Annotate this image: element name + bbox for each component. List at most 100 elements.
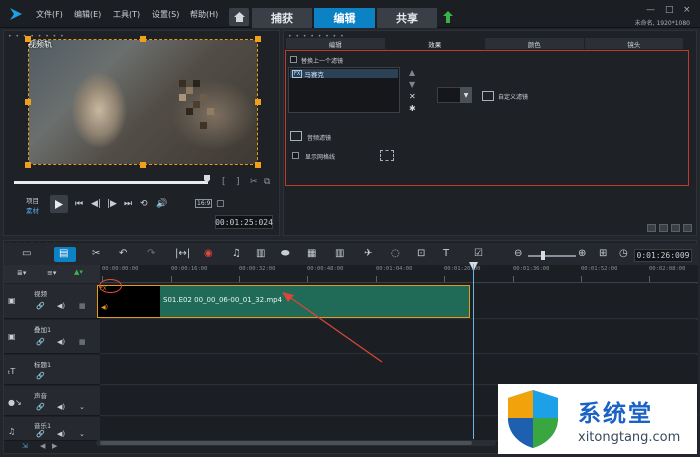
smart-package-icon[interactable]: ☑ [474,248,483,259]
timeline-ruler[interactable]: 00:00:00:00 00:00:16:00 00:00:32:00 00:0… [100,265,698,283]
enlarge-preview-icon[interactable]: ⧉ [264,177,270,187]
zoom-out-icon[interactable]: ⊖ [514,248,522,259]
chevron-down-icon[interactable]: ⌄ [79,403,85,411]
volume-icon[interactable]: 🔊 [156,199,167,209]
ripple-icon[interactable]: ▦ [79,338,86,346]
track-header-overlay[interactable]: ▣ 叠加1 🔗 ◀) ▦ [4,320,100,354]
link-icon[interactable]: 🔗 [36,302,45,310]
timeline-timecode[interactable]: 0:01:26:009 [634,249,692,262]
link-icon[interactable]: 🔗 [36,372,45,380]
zoom-in-icon[interactable]: ⊕ [578,248,586,259]
mute-icon[interactable]: ◀) [57,430,65,438]
track-header-video[interactable]: ▣ 视频 🔗 ◀) ▦ [4,284,100,319]
scroll-left-icon[interactable]: ◀ [40,442,45,450]
preview-timecode[interactable]: 00:01:25:024 [215,215,273,229]
3d-title-icon[interactable]: T [443,248,449,259]
redo-icon[interactable]: ↷ [147,248,155,259]
track-header-voice[interactable]: ●↘ 声音 🔗 ◀) ⌄ [4,386,100,416]
home-button[interactable] [229,8,249,26]
close-button[interactable]: × [683,5,691,15]
fit-project-icon[interactable]: |↔| [175,248,190,259]
replace-filter-checkbox[interactable] [290,56,297,63]
time-remapping-icon[interactable]: ✈ [364,248,372,259]
menu-edit[interactable]: 编辑(E) [74,9,101,20]
fit-timeline-icon[interactable]: ⊞ [599,248,607,259]
resize-handle[interactable] [140,36,146,42]
show-grid-checkbox[interactable] [292,152,299,159]
mark-out-icon[interactable]: ] [236,177,240,187]
preview-scrub-bar[interactable] [14,181,208,184]
audio-filter-icon[interactable] [290,131,302,141]
resize-handle[interactable] [25,162,31,168]
tab-capture[interactable]: 捕获 [252,8,312,28]
audio-filter-label[interactable]: 音频滤镜 [307,133,331,142]
mute-icon[interactable]: ◀) [57,338,65,346]
video-preview[interactable] [28,39,258,165]
storyboard-view-icon[interactable]: ▭ [22,248,31,259]
chevron-down-icon[interactable]: ⌄ [79,430,85,438]
expand-tracks-icon[interactable]: ⇲ [22,442,28,450]
custom-filter-icon[interactable] [482,91,494,101]
mark-in-icon[interactable]: [ [222,177,226,187]
resize-handle[interactable] [140,162,146,168]
chapter-icon[interactable]: ≡▾ [47,269,56,277]
zoom-slider[interactable] [528,255,576,257]
move-filter-up-icon[interactable]: ▲ [409,68,415,77]
tab-share[interactable]: 共享 [377,8,437,28]
resize-handle[interactable] [255,99,261,105]
ripple-icon[interactable]: ▦ [79,302,86,310]
menu-settings[interactable]: 设置(S) [152,9,179,20]
track-lane-title[interactable] [100,355,698,385]
next-frame-icon[interactable]: |▶ [107,199,117,209]
repeat-icon[interactable]: ⟲ [140,199,148,209]
preset-dropdown[interactable] [437,87,461,103]
tab-edit-options[interactable]: 编辑 [286,38,386,49]
subtitle-editor-icon[interactable]: ▦ [307,248,316,259]
preview-quality-icon[interactable]: ▢ [216,199,225,209]
filter-list-item[interactable]: FX 马赛克 [290,69,398,79]
menu-file[interactable]: 文件(F) [36,9,63,20]
link-icon[interactable]: 🔗 [36,430,45,438]
add-marker-icon[interactable]: ▲▾ [74,268,83,276]
split-clip-icon[interactable]: ✂ [250,177,258,187]
pan-zoom-icon[interactable]: ⊡ [417,248,425,259]
sound-mixer-icon[interactable]: ♫ [232,248,241,259]
move-filter-down-icon[interactable]: ▼ [409,80,415,89]
track-manager-icon[interactable]: ≣▾ [17,269,26,277]
playhead-line[interactable] [473,264,474,439]
minimize-button[interactable]: — [646,5,655,15]
link-icon[interactable]: 🔗 [36,403,45,411]
mask-creator-icon[interactable]: ◌ [391,248,400,259]
previous-frame-icon[interactable]: ◀| [91,199,101,209]
chevron-down-icon[interactable]: ▼ [460,87,472,103]
resize-handle[interactable] [25,36,31,42]
maximize-button[interactable]: □ [665,5,674,15]
view-mode-icon[interactable] [683,224,692,232]
toolbox-icon[interactable]: ✂ [92,248,100,259]
custom-filter-label[interactable]: 自定义滤镜 [498,92,528,101]
track-header-music[interactable]: ♫ 音乐1 🔗 ◀) ⌄ [4,417,100,441]
tab-color[interactable]: 颜色 [485,38,585,49]
multi-camera-icon[interactable]: ▥ [335,248,344,259]
tab-lens[interactable]: 镜头 [584,38,684,49]
view-mode-icon[interactable] [647,224,656,232]
filter-settings-icon[interactable]: ✱ [409,104,416,113]
aspect-ratio-selector[interactable]: 16:9 [195,199,213,208]
view-mode-icon[interactable] [659,224,668,232]
timeline-scrollbar-thumb[interactable] [100,441,472,445]
motion-tracking-icon[interactable]: ⬬ [281,248,290,259]
delete-filter-icon[interactable]: ✕ [409,92,416,101]
link-icon[interactable]: 🔗 [36,338,45,346]
grid-options-icon[interactable] [380,150,394,161]
resize-handle[interactable] [255,36,261,42]
menu-help[interactable]: 帮助(H) [190,9,218,20]
resize-handle[interactable] [255,162,261,168]
menu-tools[interactable]: 工具(T) [113,9,140,20]
mute-icon[interactable]: ◀) [57,302,65,310]
resize-handle[interactable] [25,99,31,105]
upload-icon[interactable] [443,11,453,23]
filter-list[interactable]: FX 马赛克 [288,67,400,113]
play-button[interactable] [50,195,68,213]
go-to-end-icon[interactable]: ⏭ [124,199,132,209]
project-mode-label[interactable]: 项目 [26,195,39,205]
